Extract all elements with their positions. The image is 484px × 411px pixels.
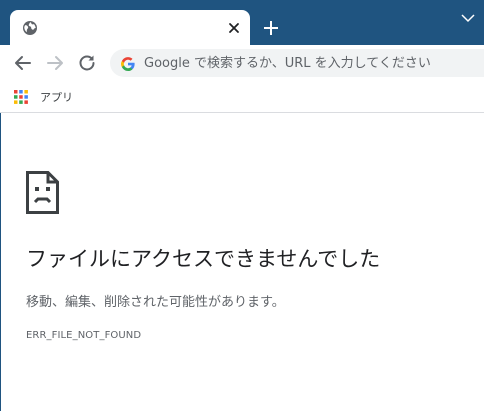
back-arrow-icon[interactable] xyxy=(12,52,34,74)
reload-icon[interactable] xyxy=(76,52,98,74)
error-code: ERR_FILE_NOT_FOUND xyxy=(26,330,142,341)
forward-arrow-icon[interactable] xyxy=(44,52,66,74)
address-bar[interactable] xyxy=(110,49,484,77)
browser-window: アプリ ファイルにアクセスできませんでした 移動、編集、削除された可能性がありま… xyxy=(0,0,484,411)
error-page: ファイルにアクセスできませんでした 移動、編集、削除された可能性があります。 E… xyxy=(0,113,484,411)
globe-icon xyxy=(22,20,38,36)
address-input[interactable] xyxy=(144,49,484,77)
google-g-icon xyxy=(121,56,135,71)
tab-title xyxy=(46,19,226,37)
tab-active[interactable] xyxy=(10,10,250,45)
bookmarks-bar: アプリ xyxy=(0,82,484,113)
apps-grid-icon xyxy=(14,89,28,104)
plus-icon[interactable] xyxy=(261,18,281,38)
chevron-down-icon[interactable] xyxy=(460,10,476,24)
close-icon[interactable] xyxy=(225,19,243,37)
error-description: 移動、編集、削除された可能性があります。 xyxy=(26,295,285,310)
bookmark-apps-label: アプリ xyxy=(40,91,73,104)
broken-file-icon xyxy=(26,171,59,214)
error-title: ファイルにアクセスできませんでした xyxy=(26,247,381,271)
tab-strip xyxy=(0,0,484,45)
navigation-toolbar xyxy=(0,45,484,82)
